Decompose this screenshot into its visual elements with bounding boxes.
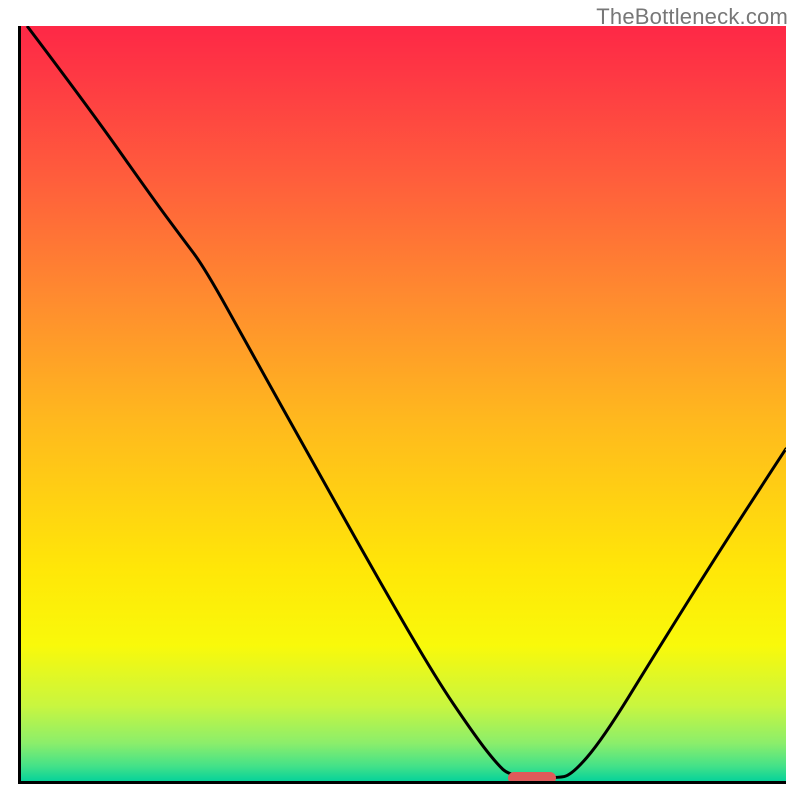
- curve-path: [27, 26, 786, 778]
- plot-area: [18, 26, 786, 784]
- watermark-text: TheBottleneck.com: [596, 4, 788, 30]
- optimum-marker: [508, 772, 556, 784]
- bottleneck-curve: [21, 26, 786, 781]
- chart-stage: TheBottleneck.com: [0, 0, 800, 800]
